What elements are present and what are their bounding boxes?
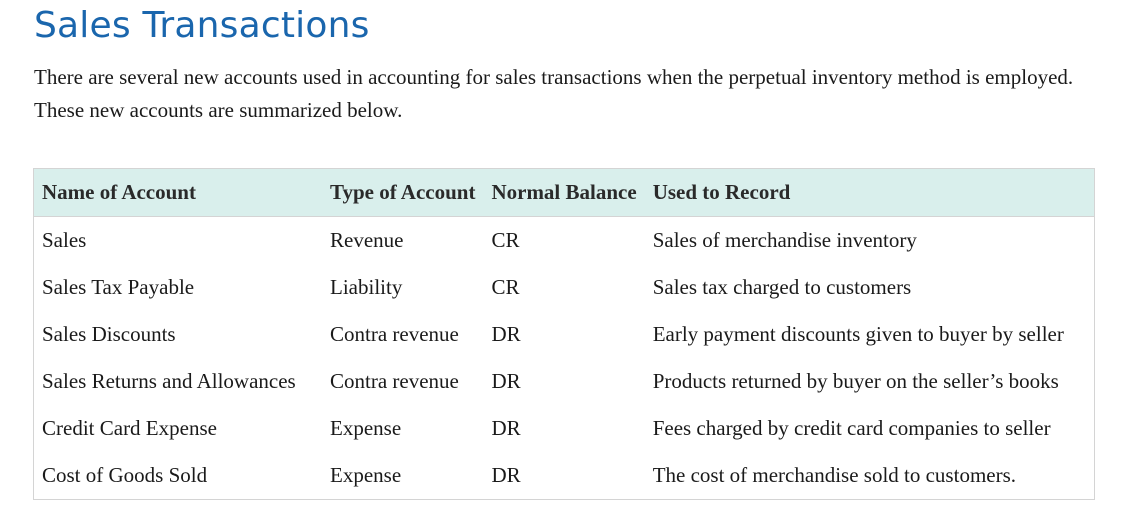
intro-paragraph: There are several new accounts used in a…: [34, 65, 1074, 122]
cell-account-type: Expense: [330, 463, 402, 487]
table-row: Sales Discounts Contra revenue DR Early …: [34, 311, 1094, 358]
table-row: Sales Revenue CR Sales of merchandise in…: [34, 217, 1094, 265]
column-header-type-of-account: Type of Account: [322, 169, 484, 217]
cell-used-to-record: Sales tax charged to customers: [652, 275, 912, 299]
table-header-row: Name of Account Type of Account Normal B…: [34, 169, 1094, 217]
table-row: Sales Tax Payable Liability CR Sales tax…: [34, 264, 1094, 311]
cell-used-to-record: Products returned by buyer on the seller…: [652, 369, 1059, 393]
column-header-normal-balance: Normal Balance: [483, 169, 645, 217]
cell-account-type: Contra revenue: [330, 322, 459, 346]
table-row: Sales Returns and Allowances Contra reve…: [34, 358, 1094, 405]
cell-used-to-record: Sales of merchandise inventory: [652, 228, 917, 252]
column-header-used-to-record: Used to Record: [644, 169, 1094, 217]
cell-account-name: Sales: [42, 228, 87, 252]
cell-account-name: Credit Card Expense: [42, 416, 217, 440]
cell-account-name: Sales Returns and Allowances: [42, 369, 296, 393]
cell-account-type: Liability: [330, 275, 403, 299]
cell-used-to-record: Early payment discounts given to buyer b…: [652, 322, 1064, 346]
cell-normal-balance: DR: [491, 463, 521, 487]
column-header-name-of-account: Name of Account: [34, 169, 322, 217]
cell-used-to-record: Fees charged by credit card companies to…: [652, 416, 1051, 440]
cell-account-name: Cost of Goods Sold: [42, 463, 208, 487]
cell-account-name: Sales Discounts: [42, 322, 176, 346]
cell-normal-balance: CR: [491, 275, 520, 299]
cell-normal-balance: DR: [491, 369, 521, 393]
cell-account-type: Expense: [330, 416, 402, 440]
cell-used-to-record: The cost of merchandise sold to customer…: [652, 463, 1017, 487]
cell-normal-balance: CR: [491, 228, 520, 252]
page-title: Sales Transactions: [34, 5, 370, 46]
cell-account-type: Contra revenue: [330, 369, 459, 393]
accounts-table: Name of Account Type of Account Normal B…: [34, 169, 1094, 499]
accounts-table-container: Name of Account Type of Account Normal B…: [33, 168, 1095, 500]
cell-normal-balance: DR: [491, 416, 521, 440]
cell-account-type: Revenue: [330, 228, 404, 252]
table-row: Cost of Goods Sold Expense DR The cost o…: [34, 452, 1094, 499]
cell-normal-balance: DR: [491, 322, 521, 346]
table-row: Credit Card Expense Expense DR Fees char…: [34, 405, 1094, 452]
cell-account-name: Sales Tax Payable: [42, 275, 195, 299]
